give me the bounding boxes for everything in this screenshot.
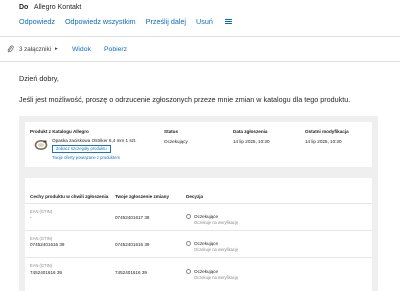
download-attachments-button[interactable]: Pobierz	[104, 46, 127, 53]
row-feature-label: EAN (GTIN)	[30, 209, 53, 214]
greeting-text: Dzień dobry,	[19, 74, 59, 83]
product-details-button[interactable]: Zobacz szczegóły produktu	[52, 145, 111, 153]
recipient-line: Do Allegro Kontakt	[19, 4, 81, 11]
decision-column-header: Decyzja	[186, 194, 204, 199]
reply-button[interactable]: Odpowiedz	[19, 17, 55, 26]
row-decision: Oczekujące	[194, 241, 219, 246]
message-text: Jeśli jest możliwość, proszę o odrzuceni…	[19, 95, 351, 104]
paperclip-icon	[7, 45, 14, 53]
action-bar: Odpowiedz Odpowiedz wszystkim Prześlij d…	[19, 17, 232, 26]
modified-column-header: Ostatni modyfikacja	[305, 129, 349, 134]
delete-button[interactable]: Usuń	[196, 17, 213, 26]
row-current-value: -	[30, 215, 32, 220]
product-name[interactable]: Opaska zaciskowa Ostriker 6,4 mm 1 szt.	[52, 138, 137, 143]
to-label: Do	[19, 4, 29, 11]
status-column-header: Status	[164, 129, 179, 134]
row-decision-note: Oczekuje na weryfikację	[194, 247, 239, 252]
radio-circle-icon	[186, 269, 191, 274]
radio-circle-icon	[186, 214, 191, 219]
row-divider	[25, 257, 372, 258]
product-status: Oczekujący	[164, 139, 188, 144]
row-divider	[25, 230, 372, 231]
row-decision-note: Oczekuje na weryfikację	[194, 220, 239, 225]
submitted-date: 14 lip 2025, 10:30	[233, 139, 270, 144]
row-feature-label: EAN (GTIN)	[30, 263, 53, 268]
attachments-divider	[0, 61, 400, 62]
hamburger-menu-icon[interactable]	[224, 18, 232, 25]
forward-button[interactable]: Prześlij dalej	[146, 17, 186, 26]
related-offers-link[interactable]: Twoje oferty powiązane z produktem	[52, 155, 120, 160]
recipient-name[interactable]: Allegro Kontakt	[34, 4, 81, 11]
reply-all-button[interactable]: Odpowiedz wszystkim	[65, 17, 136, 26]
your-change-column-header: Twoje zgłoszenie zmiany	[115, 194, 170, 199]
modified-date: 14 lip 2025, 10:30	[305, 139, 342, 144]
product-thumbnail	[34, 140, 48, 150]
view-attachments-button[interactable]: Widok	[72, 46, 91, 53]
chevron-right-icon[interactable]: ▸	[55, 46, 58, 52]
feature-column-header: Cechy produktu w chwili zgłoszenia	[30, 194, 109, 199]
row-current-value: 07452401616 39	[30, 242, 65, 247]
table-header-divider	[25, 203, 372, 204]
row-proposed-value: 7452401616 39	[115, 270, 147, 275]
header-divider	[0, 36, 400, 37]
attachments-count[interactable]: 3 załączniki	[19, 46, 51, 53]
submitted-column-header: Data zgłoszenia	[233, 129, 268, 134]
email-header: Do Allegro Kontakt Odpowiedz Odpowiedz w…	[0, 0, 400, 33]
row-proposed-value: 07452401617 38	[115, 215, 150, 220]
row-feature-label: EAN (GTIN)	[30, 236, 53, 241]
row-proposed-value: 07452401616 39	[115, 242, 150, 247]
row-decision: Oczekujące	[194, 214, 219, 219]
attachments-bar: 3 załączniki ▸ Widok Pobierz	[0, 42, 400, 58]
row-decision: Oczekujące	[194, 269, 219, 274]
product-column-header: Produkt z Katalogu Allegro	[30, 129, 89, 134]
row-decision-note: Oczekuje na weryfikację	[194, 275, 239, 280]
row-current-value: 7452401616 39	[30, 270, 62, 275]
radio-circle-icon	[186, 241, 191, 246]
